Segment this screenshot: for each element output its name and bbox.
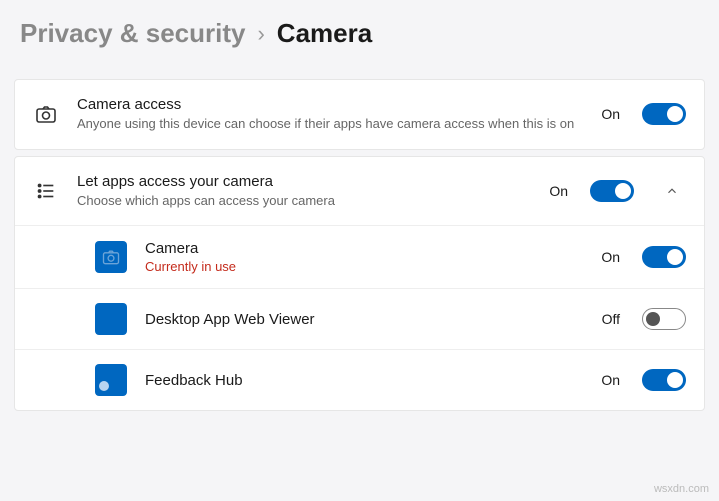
app-toggle-camera[interactable] [642,246,686,268]
app-row-feedback-hub: Feedback Hub On [15,349,704,410]
app-state: On [601,372,620,388]
watermark: wsxdn.com [654,483,709,495]
chevron-right-icon: › [257,21,264,47]
app-state: On [601,249,620,265]
camera-access-subtitle: Anyone using this device can choose if t… [77,115,583,133]
app-name: Camera [145,240,583,257]
app-row-camera: Camera Currently in use On [15,225,704,288]
list-icon [33,180,59,202]
app-toggle-feedback-hub[interactable] [642,369,686,391]
app-icon-camera [95,241,127,273]
app-row-desktop-web-viewer: Desktop App Web Viewer Off [15,288,704,349]
app-state: Off [602,311,620,327]
camera-access-toggle[interactable] [642,103,686,125]
breadcrumb-parent[interactable]: Privacy & security [20,18,245,49]
camera-icon [33,102,59,126]
app-icon-feedback-hub [95,364,127,396]
app-name: Feedback Hub [145,372,583,389]
chevron-up-icon[interactable] [658,184,686,198]
breadcrumb: Privacy & security › Camera [0,0,719,79]
camera-access-title: Camera access [77,96,583,113]
breadcrumb-current: Camera [277,18,372,49]
app-icon-desktop-web-viewer [95,303,127,335]
app-status: Currently in use [145,259,583,274]
app-toggle-desktop-web-viewer[interactable] [642,308,686,330]
apps-access-card: Let apps access your camera Choose which… [14,156,705,412]
app-name: Desktop App Web Viewer [145,311,584,328]
apps-access-state: On [549,183,568,199]
apps-access-subtitle: Choose which apps can access your camera [77,192,531,210]
apps-access-toggle[interactable] [590,180,634,202]
apps-access-title: Let apps access your camera [77,173,531,190]
camera-access-card: Camera access Anyone using this device c… [14,79,705,150]
camera-access-state: On [601,106,620,122]
